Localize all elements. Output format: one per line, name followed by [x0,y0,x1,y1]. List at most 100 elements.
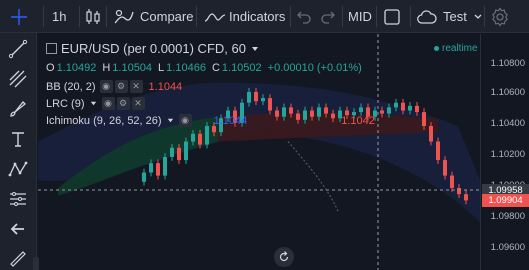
candle-body [401,102,405,111]
price-axis[interactable]: 1.10800 1.10600 1.10400 1.10200 1.10000 … [480,34,529,270]
realtime-status: realtime [434,43,478,54]
reset-chart-icon[interactable] [274,247,294,267]
redo-icon[interactable] [320,0,336,33]
separator [376,6,377,27]
gear-icon[interactable]: ⚙ [114,80,128,93]
layout-name: Test [443,9,467,24]
brush-icon[interactable] [4,96,32,122]
lagging-span [287,141,339,212]
candle-body [429,126,433,142]
candle-body [408,105,412,111]
candles-style-icon[interactable] [84,0,102,33]
close-label: C [211,62,220,74]
price-tick: 1.10600 [490,87,525,98]
price-tick: 1.10200 [490,149,525,160]
candle-body [415,105,419,113]
candle-body [191,133,195,142]
candle-body [443,160,447,176]
ruler-icon[interactable] [4,246,32,270]
candle-body [359,107,363,113]
candle-body [170,147,174,157]
ohlc-values: O 1.10492 H 1.10504 L 1.10466 C 1.10502 +0.0… [46,62,368,74]
compare-label: Compare [140,9,194,24]
candle-body [156,163,160,176]
indicator-ichimoku-value: 1.1044 [213,114,248,127]
indicator-bb-name: BB (20, 2) [46,80,96,93]
indicator-ichimoku[interactable]: Ichimoku (9, 26, 52, 26) ◉ 1.1044 1.1042 [46,114,375,127]
text-icon[interactable] [4,126,32,152]
indicator-bb[interactable]: BB (20, 2) ◉ ⚙ ✕ 1.1044 [46,80,182,93]
gear-icon[interactable]: ⚙ [116,97,130,110]
candle-body [394,102,398,108]
candle-body [457,188,461,195]
candle-body [387,107,391,114]
compare-icon [114,9,134,23]
candle-body [464,194,468,201]
eye-icon[interactable]: ◉ [101,97,115,110]
candle-body [450,175,454,188]
candle-body [254,91,258,102]
candle-body [205,126,209,145]
symbol-legend[interactable]: EUR/USD (per 0.0001) CFD, 60 [46,41,260,56]
open-value: 1.10492 [56,62,97,74]
separator [79,6,80,27]
candle-body [184,141,188,161]
indicator-ichimoku-name: Ichimoku (9, 26, 52, 26) [46,114,162,127]
candle-body [324,107,328,114]
undo-icon[interactable] [296,0,312,33]
separator [106,6,107,27]
trendline-icon[interactable] [4,36,32,62]
collapse-legend-icon[interactable] [46,43,57,54]
indicator-lrc-name: LRC (9) [46,97,85,110]
candle-body [198,133,202,145]
close-value: 1.10502 [221,62,262,74]
separator [410,6,411,27]
symbol-title: EUR/USD (per 0.0001) CFD, 60 [61,41,246,56]
indicators-icon [204,12,226,22]
measure-icon[interactable] [4,186,32,212]
pattern-icon[interactable] [4,156,32,182]
arrow-left-icon[interactable] [4,216,32,242]
separator [196,6,197,27]
indicator-bb-value: 1.1044 [148,80,183,93]
indicators-label: Indicators [229,9,286,24]
separator [484,6,485,27]
candle-body [142,172,146,182]
low-label: L [158,62,165,74]
realtime-dot-icon [434,46,439,51]
chart-pane[interactable]: EUR/USD (per 0.0001) CFD, 60 realtime O1… [38,34,480,270]
fullscreen-icon[interactable] [383,0,401,33]
separator [342,6,343,27]
save-layout-button[interactable]: Test [417,0,483,33]
candle-body [436,141,440,161]
eye-icon[interactable]: ◉ [178,114,192,127]
indicators-button[interactable]: Indicators [204,0,285,33]
close-icon[interactable]: ✕ [131,97,145,110]
indicator-lrc[interactable]: LRC (9) ◉ ⚙ ✕ [46,97,147,110]
candle-body [149,163,153,173]
chevron-down-icon [251,46,258,51]
realtime-label: realtime [442,43,478,54]
indicator-ichimoku-value-2: 1.1042 [341,114,375,127]
compare-button[interactable]: Compare [113,0,193,33]
price-source-button[interactable]: MID [348,0,372,33]
high-value: 1.10504 [112,62,153,74]
cloud-icon [417,9,437,24]
settings-gear-icon[interactable] [490,0,510,33]
candle-body [163,157,167,176]
candle-body [289,107,293,114]
close-icon[interactable]: ✕ [129,80,143,93]
crosshair-icon[interactable] [4,0,34,33]
price-tick: 1.10400 [490,118,525,129]
chevron-down-icon [167,118,173,123]
candle-body [422,112,426,126]
interval-button[interactable]: 1h [52,0,66,33]
fibonacci-icon[interactable] [4,66,32,92]
candle-body [247,91,251,103]
candle-body [380,110,384,114]
top-toolbar: 1h Compare Indicators MID Test [0,0,529,33]
price-tick: 1.10800 [490,58,525,69]
eye-icon[interactable]: ◉ [99,80,113,93]
candle-body [268,98,272,111]
separator [43,6,44,27]
